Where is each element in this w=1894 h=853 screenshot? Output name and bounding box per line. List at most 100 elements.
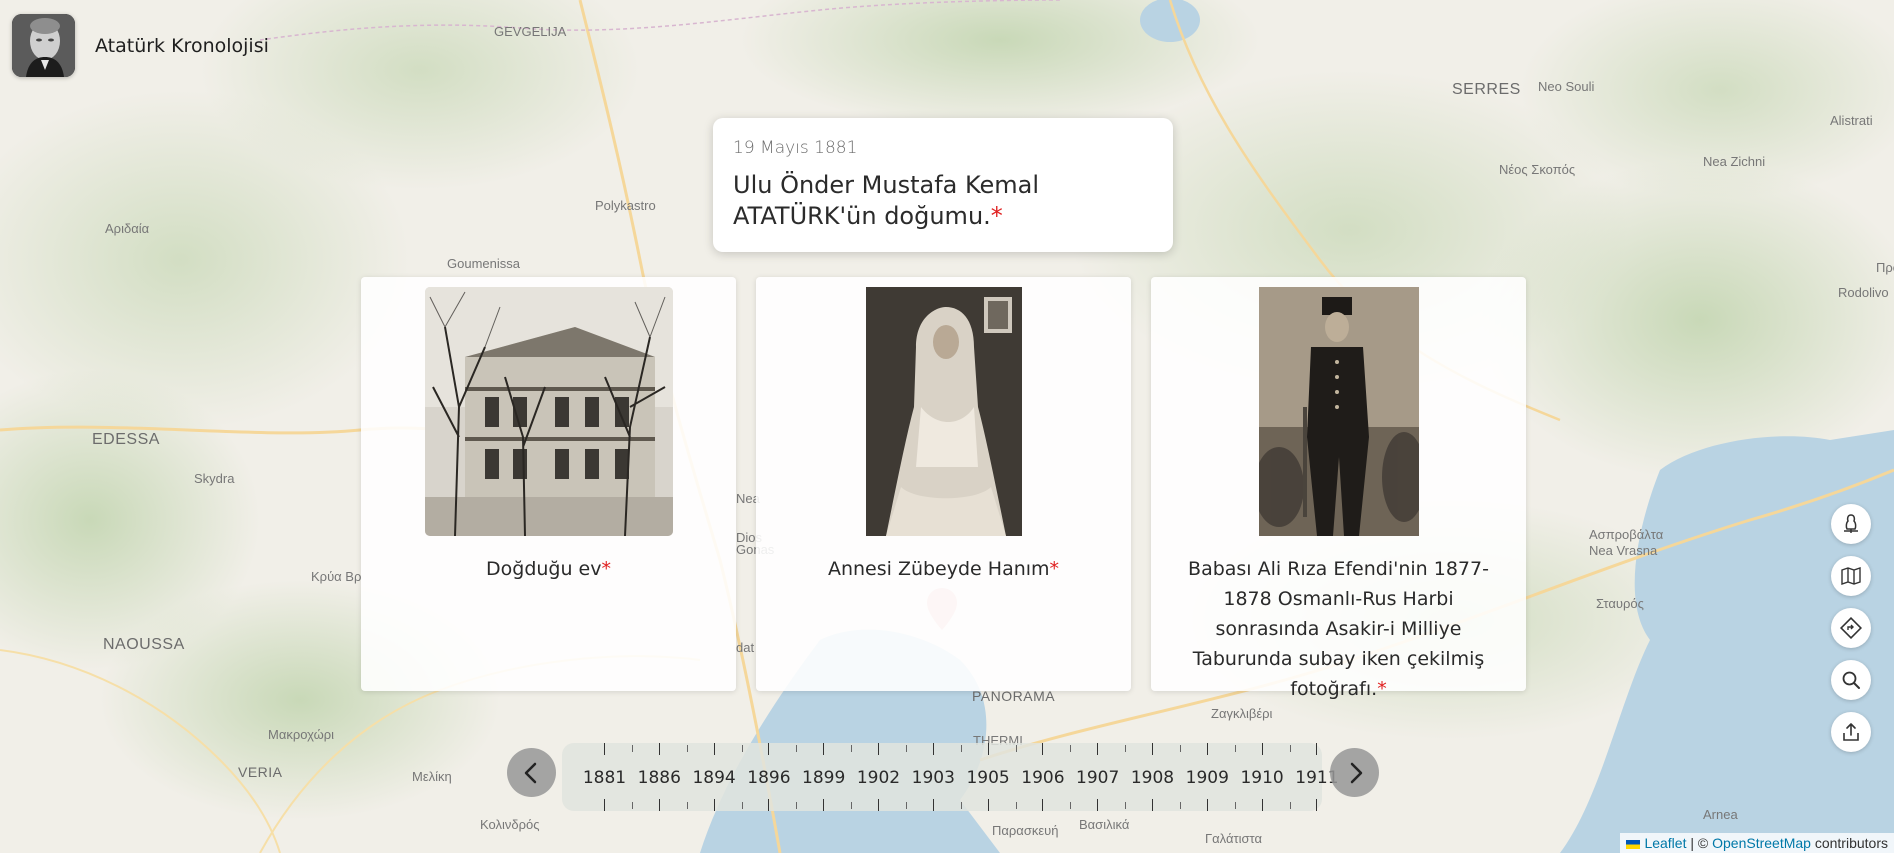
father-portrait[interactable]: [1258, 287, 1419, 536]
directions-icon: [1840, 617, 1862, 639]
map-label: Βασιλικά: [1079, 817, 1130, 832]
map-label: Nea Zichni: [1703, 154, 1766, 169]
year-label: 1909: [1185, 768, 1229, 788]
tick-mark: [768, 799, 770, 811]
timeline-year[interactable]: 1903: [906, 743, 962, 811]
tick-mark: [1206, 743, 1208, 755]
map-label: Μακροχώρι: [268, 727, 335, 742]
tick-mark: [823, 799, 825, 811]
media-card[interactable]: Doğduğu ev*: [361, 277, 736, 691]
media-caption: Annesi Zübeyde Hanım*: [776, 554, 1111, 584]
tick-mark: [878, 799, 879, 811]
tick-mark: [987, 743, 989, 755]
timeline-year[interactable]: 1905: [961, 743, 1017, 811]
map-label: Αριδαία: [105, 221, 150, 236]
house-photo[interactable]: [424, 287, 673, 536]
timeline-year[interactable]: 1896: [741, 743, 798, 811]
media-card[interactable]: Babası Ali Rıza Efendi'nin 1877-1878 Osm…: [1151, 277, 1526, 700]
tour-button[interactable]: [1831, 504, 1871, 544]
tick-mark: [1070, 802, 1072, 809]
tick-mark: [1261, 799, 1263, 811]
leaflet-link[interactable]: Leaflet: [1644, 835, 1686, 851]
timeline-year[interactable]: 1894: [687, 743, 743, 811]
ukraine-flag-icon: [1626, 839, 1641, 849]
search-button[interactable]: [1831, 660, 1871, 700]
event-date: 19 Mayıs 1881: [733, 138, 858, 158]
mother-portrait[interactable]: [865, 287, 1022, 536]
year-label: 1886: [637, 768, 681, 788]
map-label: Μελίκη: [412, 769, 452, 784]
timeline-year[interactable]: 1906: [1015, 743, 1072, 811]
tick-mark: [741, 802, 743, 809]
map-layers-icon: [1841, 567, 1861, 585]
year-label: 1896: [747, 768, 791, 788]
map-label: Goumenissa: [447, 256, 520, 271]
map-label: SERRES: [1452, 81, 1521, 98]
caption-text: Doğduğu ev: [486, 558, 602, 580]
timeline-year[interactable]: 1907: [1070, 743, 1127, 811]
share-button[interactable]: [1831, 712, 1871, 752]
timeline-year[interactable]: 1909: [1180, 743, 1236, 811]
tick-mark: [1206, 799, 1208, 811]
map-label: NAOUSSA: [103, 636, 185, 653]
map-attribution: Leaflet | © OpenStreetMap contributors: [1620, 833, 1894, 853]
media-card[interactable]: Annesi Zübeyde Hanım*: [756, 277, 1131, 691]
map-layers-button[interactable]: [1831, 556, 1871, 596]
timeline-year-track[interactable]: 1881 1886 1894 1896 1899 1902 1903 1905 1906 1907…: [562, 743, 1339, 811]
chevron-left-icon: [524, 762, 536, 783]
timeline-year[interactable]: 1902: [851, 743, 907, 811]
reference-marker[interactable]: *: [991, 202, 1003, 230]
map-label: Arnea: [1703, 807, 1738, 822]
map-label: Γαλάτιστα: [1205, 831, 1263, 846]
map-label: Nea Vrasna: [1589, 543, 1658, 558]
tick-mark: [1125, 802, 1127, 809]
timeline-year[interactable]: 1899: [796, 743, 853, 811]
map-label: GEVGELIJA: [494, 24, 567, 39]
timeline-year[interactable]: 1886: [632, 743, 688, 811]
map-label: Κολινδρός: [480, 817, 540, 832]
tick-mark: [1042, 743, 1044, 755]
reference-marker[interactable]: *: [1050, 558, 1060, 580]
timeline-year[interactable]: 1910: [1235, 743, 1291, 811]
year-label: 1899: [802, 768, 846, 788]
map-label: Νέος Σκοπός: [1499, 162, 1576, 177]
ataturk-avatar[interactable]: [12, 14, 75, 77]
tick-mark: [1097, 799, 1099, 811]
timeline-next-button[interactable]: [1330, 748, 1379, 797]
map-label: Παρασκευή: [992, 823, 1059, 838]
tour-icon: [1844, 514, 1858, 533]
tick-mark: [1180, 802, 1181, 809]
tick-mark: [1316, 799, 1318, 811]
media-caption: Doğduğu ev*: [381, 554, 716, 584]
reference-marker[interactable]: *: [1377, 678, 1387, 700]
event-card: 19 Mayıs 1881 Ulu Önder Mustafa Kemal AT…: [713, 118, 1173, 252]
tick-mark: [604, 799, 605, 811]
event-text-block: Ulu Önder Mustafa Kemal ATATÜRK'ün doğum…: [733, 170, 1153, 232]
map-label: Neo Souli: [1538, 79, 1595, 94]
tick-mark: [906, 802, 907, 809]
tick-mark: [960, 802, 962, 809]
map-label: VERIA: [238, 764, 283, 780]
timeline-year[interactable]: 1881: [577, 743, 633, 811]
timeline-prev-button[interactable]: [507, 748, 556, 797]
caption-text: Babası Ali Rıza Efendi'nin 1877-1878 Osm…: [1188, 558, 1489, 700]
tick-mark: [1289, 802, 1291, 809]
map-label: Polykastro: [595, 198, 656, 213]
openstreetmap-link[interactable]: OpenStreetMap: [1712, 835, 1811, 851]
tick-mark: [686, 802, 688, 809]
tick-mark: [713, 799, 715, 811]
tick-mark: [658, 743, 660, 755]
tick-mark: [604, 743, 605, 755]
reference-marker[interactable]: *: [602, 558, 612, 580]
timeline-year[interactable]: 1908: [1125, 743, 1181, 811]
year-label: 1881: [582, 768, 627, 788]
tick-mark: [1097, 743, 1099, 755]
tick-mark: [713, 743, 715, 755]
directions-button[interactable]: [1831, 608, 1871, 648]
tick-mark: [823, 743, 825, 755]
search-icon: [1842, 671, 1860, 689]
tick-mark: [768, 743, 770, 755]
map-label: Rodolivo: [1838, 285, 1889, 300]
app-title: Atatürk Kronolojisi: [95, 34, 269, 57]
brand-header: Atatürk Kronolojisi: [12, 14, 269, 77]
